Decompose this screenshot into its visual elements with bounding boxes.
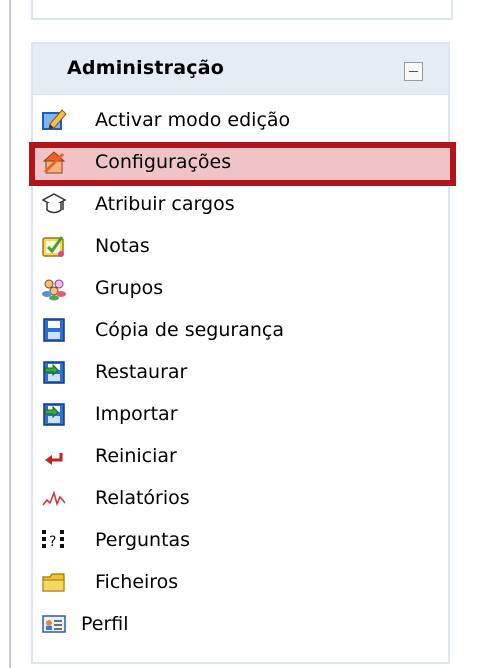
groups-icon bbox=[41, 275, 67, 301]
left-divider bbox=[9, 0, 11, 668]
menu-item-reports[interactable]: Relatórios bbox=[33, 480, 448, 518]
menu-item-label: Activar modo edição bbox=[95, 109, 291, 131]
block-title: Administração bbox=[67, 57, 224, 79]
menu-item-label: Importar bbox=[95, 403, 178, 425]
menu-item-files[interactable]: Ficheiros bbox=[33, 564, 448, 602]
menu-item-label: Grupos bbox=[95, 277, 164, 299]
selection-highlight bbox=[29, 142, 456, 186]
menu-item-label: Configurações bbox=[95, 151, 232, 173]
menu-item-label: Restaurar bbox=[95, 361, 188, 383]
menu-item-label: Perguntas bbox=[95, 529, 191, 551]
backup-icon bbox=[41, 317, 67, 343]
menu-item-assign-roles[interactable]: Atribuir cargos bbox=[33, 186, 448, 224]
menu-item-reset[interactable]: Reiniciar bbox=[33, 438, 448, 476]
menu-item-label: Perfil bbox=[81, 613, 129, 635]
menu-item-label: Atribuir cargos bbox=[95, 193, 235, 215]
menu-item-label: Notas bbox=[95, 235, 150, 257]
menu-item-settings[interactable]: Configurações bbox=[29, 142, 456, 186]
menu-item-questions[interactable]: ? Perguntas bbox=[33, 522, 448, 560]
menu-item-restore[interactable]: Restaurar bbox=[33, 354, 448, 392]
menu-item-backup[interactable]: Cópia de segurança bbox=[33, 312, 448, 350]
menu-item-profile[interactable]: Perfil bbox=[33, 606, 448, 644]
restore-icon bbox=[41, 359, 67, 385]
svg-text:?: ? bbox=[49, 534, 56, 550]
grades-icon bbox=[41, 233, 67, 259]
menu-item-label: Ficheiros bbox=[95, 571, 179, 593]
questions-icon: ? bbox=[41, 527, 67, 553]
menu-item-grades[interactable]: Notas bbox=[33, 228, 448, 266]
menu-item-label: Relatórios bbox=[95, 487, 190, 509]
reports-icon bbox=[41, 485, 67, 511]
block-header: Administração bbox=[33, 44, 448, 95]
admin-block: Administração Activar modo edição Config… bbox=[29, 42, 456, 664]
menu-item-label: Cópia de segurança bbox=[95, 319, 284, 341]
profile-icon bbox=[41, 611, 67, 637]
edit-pencil-icon bbox=[41, 107, 67, 133]
menu-item-label: Reiniciar bbox=[95, 445, 177, 467]
reset-arrow-icon bbox=[41, 443, 67, 469]
settings-icon bbox=[41, 149, 67, 175]
import-icon bbox=[41, 401, 67, 427]
previous-block bbox=[31, 0, 453, 20]
menu-item-groups[interactable]: Grupos bbox=[33, 270, 448, 308]
menu-item-edit-mode[interactable]: Activar modo edição bbox=[33, 102, 448, 140]
collapse-button[interactable] bbox=[404, 62, 423, 81]
folder-icon bbox=[41, 569, 67, 595]
roles-icon bbox=[41, 191, 67, 217]
menu-item-import[interactable]: Importar bbox=[33, 396, 448, 434]
